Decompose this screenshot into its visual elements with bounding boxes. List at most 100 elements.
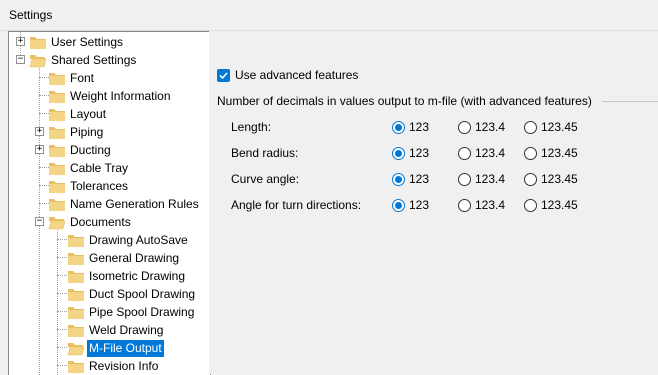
radio-option-label: 123 [409,198,430,212]
tree-item[interactable]: Weld Drawing [9,321,209,339]
decimals-radio-option[interactable]: 123.45 [524,198,578,212]
radio-selected-icon [392,120,405,134]
radio-unselected-icon [458,146,471,160]
decimals-radio-option[interactable]: 123.45 [524,120,578,134]
tree-item[interactable]: + Ducting [9,141,209,159]
tree-item[interactable]: Cable Tray [9,159,209,177]
tree-item[interactable]: Weight Information [9,87,209,105]
folder-icon [48,106,66,122]
folder-icon [67,250,85,266]
decimals-radio-option[interactable]: 123 [392,120,429,134]
use-advanced-checkbox[interactable]: Use advanced features [217,68,358,82]
expand-icon[interactable]: + [35,145,44,154]
folder-icon [67,268,85,284]
folder-icon [48,124,66,140]
tree-item[interactable]: M-File Output [9,339,209,357]
group-divider [602,101,658,102]
decimals-radio-option[interactable]: 123.45 [524,172,578,186]
tree-item-label: Piping [70,125,104,139]
tree-item[interactable]: − Documents [9,213,209,231]
folder-icon [48,214,66,230]
tree-item-label: Font [70,71,95,85]
tree-item-label: M-File Output [87,340,164,357]
tree-item-label: Ducting [70,143,111,157]
folder-icon [48,70,66,86]
folder-icon [48,178,66,194]
folder-icon [48,88,66,104]
tree-item[interactable]: − Shared Settings [9,51,209,69]
decimals-radio-option[interactable]: 123.45 [524,146,578,160]
tree-item[interactable]: Drawing AutoSave [9,231,209,249]
tree-item[interactable]: Name Generation Rules [9,195,209,213]
tree-item-label: Cable Tray [70,161,129,175]
tree-item[interactable]: Tolerances [9,177,209,195]
decimals-row-label: Bend radius: [231,146,299,160]
tree-item-label: Weld Drawing [89,323,164,337]
decimals-row: Angle for turn directions: 123 123.4 123.45 [231,196,651,214]
tree-item[interactable]: Duct Spool Drawing [9,285,209,303]
decimals-row: Bend radius: 123 123.4 123.45 [231,144,651,162]
collapse-icon[interactable]: − [16,55,25,64]
tree-item[interactable]: + Piping [9,123,209,141]
expand-icon[interactable]: + [16,37,25,46]
radio-unselected-icon [524,120,537,134]
tree-item-label: Shared Settings [51,53,137,67]
expand-icon[interactable]: + [35,127,44,136]
decimals-radio-option[interactable]: 123.4 [458,172,505,186]
tree-item[interactable]: General Drawing [9,249,209,267]
folder-icon [29,52,47,68]
folder-icon [67,340,85,356]
radio-selected-icon [392,172,405,186]
radio-unselected-icon [458,198,471,212]
radio-option-label: 123.45 [541,120,578,134]
tree-item-label: Duct Spool Drawing [89,287,196,301]
radio-unselected-icon [524,146,537,160]
radio-unselected-icon [524,172,537,186]
decimals-radio-option[interactable]: 123.4 [458,146,505,160]
window-title: Settings [9,8,53,22]
radio-unselected-icon [524,198,537,212]
folder-icon [67,322,85,338]
tree-item[interactable]: Isometric Drawing [9,267,209,285]
folder-icon [67,286,85,302]
tree-item-label: User Settings [51,35,124,49]
tree-item-label: Name Generation Rules [70,197,199,211]
title-bar: Settings [0,0,658,31]
radio-selected-icon [392,198,405,212]
radio-option-label: 123.4 [475,198,506,212]
tree-item[interactable]: Revision Info [9,357,209,375]
decimals-row: Length: 123 123.4 123.45 [231,118,651,136]
tree-item[interactable]: Pipe Spool Drawing [9,303,209,321]
folder-icon [67,232,85,248]
decimals-radio-option[interactable]: 123 [392,172,429,186]
tree-item[interactable]: Font [9,69,209,87]
decimals-row-label: Curve angle: [231,172,300,186]
radio-unselected-icon [458,120,471,134]
tree-item-label: Revision Info [89,359,159,373]
tree-item[interactable]: Layout [9,105,209,123]
decimals-radio-option[interactable]: 123 [392,198,429,212]
tree-item-label: Drawing AutoSave [89,233,188,247]
decimals-radio-option[interactable]: 123.4 [458,198,505,212]
decimals-row: Curve angle: 123 123.4 123.45 [231,170,651,188]
folder-icon [67,358,85,374]
radio-option-label: 123 [409,146,430,160]
decimals-radio-option[interactable]: 123 [392,146,429,160]
checkbox-checked-icon [217,68,230,82]
radio-option-label: 123.4 [475,172,506,186]
decimals-row-label: Angle for turn directions: [231,198,362,212]
folder-icon [48,142,66,158]
collapse-icon[interactable]: − [35,217,44,226]
folder-icon [48,196,66,212]
settings-tree[interactable]: + User Settings − Shared Settings Font Weight… [8,31,211,375]
tree-item-label: Tolerances [70,179,129,193]
radio-unselected-icon [458,172,471,186]
decimals-group-title: Number of decimals in values output to m… [217,94,592,108]
radio-option-label: 123 [409,120,430,134]
folder-icon [48,160,66,176]
tree-item-label: Pipe Spool Drawing [89,305,195,319]
tree-item[interactable]: + User Settings [9,33,209,51]
tree-item-label: Layout [70,107,107,121]
tree-item-label: Weight Information [70,89,171,103]
decimals-radio-option[interactable]: 123.4 [458,120,505,134]
